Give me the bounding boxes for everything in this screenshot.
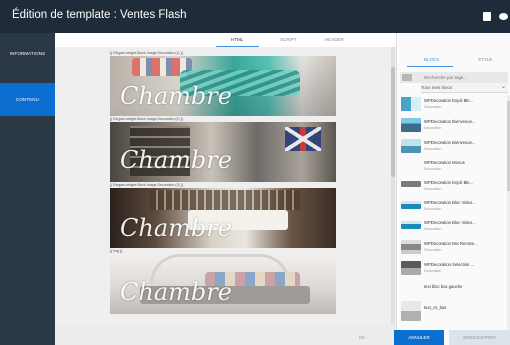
block-thumbnail [401,97,421,111]
block-category: Decoration [424,126,442,130]
block-name: WPDecoration Selection ... [424,262,475,267]
nav-item-contenu[interactable]: CONTENU [0,83,55,116]
content-block[interactable]: {{ Elegant.widget.Block.Image.Decoration… [110,117,336,182]
image-text: Chambre [120,82,232,110]
block-name: WPDecoration Mix Remise... [424,241,478,246]
block-category: Decoration [424,187,442,191]
block-name: text_cs_bas [424,305,447,310]
block-list-item[interactable]: WPDecoration Bienvenue... Decoration [400,137,508,159]
block-category: Decoration [424,227,442,231]
block-filter-value: Tous mes blocs [421,85,453,90]
block-thumbnail [401,118,421,132]
tab-html[interactable]: HTML [231,37,243,42]
block-thumbnail [401,181,421,187]
block-list-item[interactable]: WPDecoration Bienvenue... Decoration [400,116,508,138]
app-window: Édition de template : Ventes Flash INFOR… [0,0,510,345]
cancel-button[interactable]: ANNULER [394,330,444,345]
block-name: WPDecoration Bienvenue... [424,140,476,145]
block-list-item[interactable]: WPDecoration Menus Decoration [400,157,508,179]
block-list-item[interactable]: WPDecoration Bloc Video... Decoration [400,197,508,219]
image-text: Chambre [120,214,232,242]
block-category: Decoration [424,147,442,151]
tag-search [400,72,508,83]
block-name: WPDecoration Bienvenue... [424,119,476,124]
block-category: Decoration [424,167,442,171]
image-text: Chambre [120,146,232,174]
content-block[interactable]: {{ Elegant.widget.Block.Image.Decoration… [110,51,336,116]
block-image[interactable]: Chambre [110,122,336,182]
document-icon[interactable] [483,12,491,21]
ok-button[interactable]: OK [337,330,387,345]
block-category: Decoration [424,248,442,252]
tab-header[interactable]: HEADER [325,37,344,42]
block-thumbnail [401,201,421,209]
eye-icon[interactable] [499,13,508,20]
block-name: WPDecoration Enjoli Ble... [424,98,474,103]
editor-tabs: HTML SCRIPT HEADER [55,33,396,47]
block-list-item[interactable]: WPDecoration Enjoli Ble... Decoration [400,177,508,199]
content-block[interactable]: {{ img }} Chambre [110,249,336,314]
block-name: WPDecoration Menus [424,160,465,165]
block-list-item[interactable]: WPDecoration Selection ... Decoration [400,259,508,281]
header-bar: Édition de template : Ventes Flash [0,0,510,33]
block-name: WPDecoration Enjoli Ble... [424,180,474,185]
block-category: Decoration [424,207,442,211]
block-thumbnail [401,301,421,321]
scrollbar-thumb[interactable] [391,67,395,177]
panel-tab-blocs[interactable]: BLOCS [424,57,439,62]
nav-item-informations[interactable]: INFORMATIONS [0,43,55,65]
panel-tab-style[interactable]: STYLE [478,57,492,62]
block-thumbnail [401,221,421,229]
action-bar: OK ANNULER ENREGISTRER [337,330,510,345]
editor-scrollbar[interactable] [391,47,395,324]
block-name: WPDecoration Bloc Video... [424,200,476,205]
content-block[interactable]: {{ Elegant.widget.Block.Image.Decoration… [110,183,336,248]
block-list-item[interactable]: text_cs_bas [400,299,508,321]
block-thumbnail [401,139,421,153]
block-name: WPDecoration Bloc Video... [424,220,476,225]
page-title: Édition de template : Ventes Flash [12,9,187,21]
block-image[interactable]: Chambre [110,188,336,248]
editor-area: HTML SCRIPT HEADER {{ Elegant.widget.Blo… [55,33,396,345]
block-category: Decoration [424,269,442,273]
block-category: Decoration [424,105,442,109]
chevron-down-icon: ⌄ [500,84,506,90]
save-button[interactable]: ENREGISTRER [449,330,510,345]
block-image[interactable]: Chambre [110,56,336,116]
tab-script[interactable]: SCRIPT [280,37,297,42]
search-icon [402,74,412,81]
template-canvas[interactable]: {{ Elegant.widget.Block.Image.Decoration… [55,47,396,324]
left-navigation: INFORMATIONS CONTENU [0,33,55,345]
block-image[interactable]: Chambre [110,254,336,314]
block-list-item[interactable]: WPDecoration Mix Remise... Decoration [400,238,508,260]
tag-search-input[interactable] [424,73,508,82]
image-text: Chambre [120,278,232,306]
image-detail [285,127,321,151]
block-filter-select[interactable]: Tous mes blocs ⌄ [421,83,508,93]
blocks-panel: BLOCS STYLE Tous mes blocs ⌄ WPDecoratio… [396,33,510,345]
block-list-item[interactable]: WPDecoration Bloc Video... Decoration [400,217,508,239]
block-thumbnail [401,261,421,275]
block-list-item[interactable]: WPDecoration Enjoli Ble... Decoration [400,95,508,117]
active-panel-tab-indicator [407,66,453,67]
block-name: text bloc box gauche [424,284,463,289]
block-thumbnail [401,240,421,254]
image-detail [150,190,300,210]
